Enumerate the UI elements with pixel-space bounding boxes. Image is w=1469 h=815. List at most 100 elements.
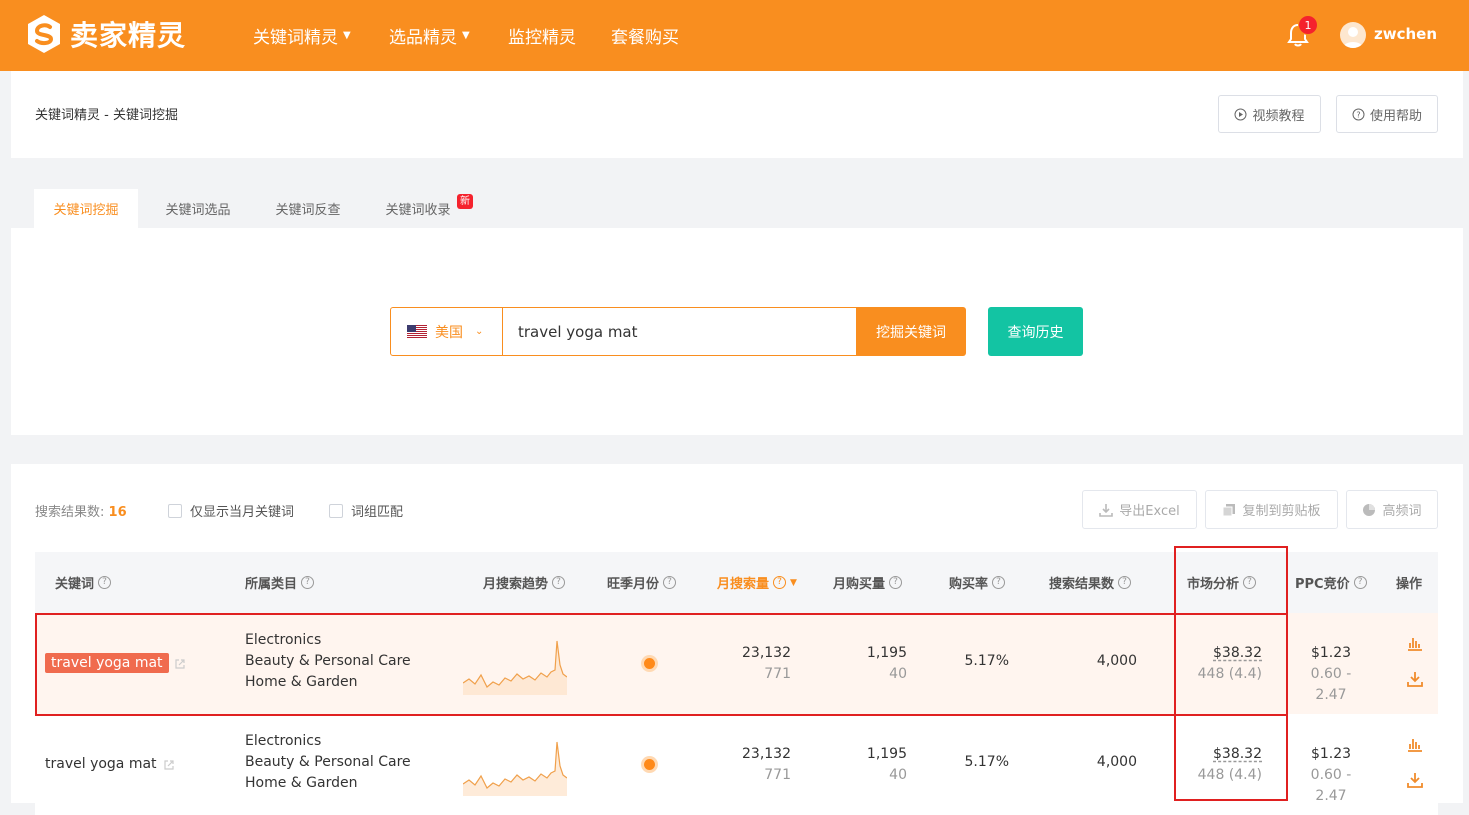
checkbox-label: 仅显示当月关键词 [190,505,295,520]
high-frequency-button[interactable]: 高频词 [1346,490,1438,529]
help-icon[interactable]: ? [889,576,903,589]
ppc-cell: $1.23 0.60 - 2.47 [1295,643,1367,706]
video-tutorial-button[interactable]: 视频教程 [1218,95,1321,133]
svg-text:?: ? [1356,110,1360,119]
bar-chart-icon[interactable] [1406,634,1424,652]
keyword-text[interactable]: travel yoga mat [45,756,157,772]
us-flag-icon [407,325,427,338]
current-month-checkbox[interactable]: 仅显示当月关键词 [168,501,294,520]
nav-item-plans[interactable]: 套餐购买 [611,22,679,48]
col-search-results[interactable]: 搜索结果数? [1049,552,1132,613]
trend-sparkline[interactable] [463,738,567,796]
nav-item-label: 关键词精灵 [253,27,338,48]
checkbox-box[interactable] [168,503,182,518]
col-trend[interactable]: 月搜索趋势? [483,552,566,613]
col-label: 月搜索量 [717,577,770,592]
col-purchase-rate[interactable]: 购买率? [949,552,1006,613]
help-icon[interactable]: ? [773,576,787,589]
col-label: 所属类目 [245,577,298,592]
ppc-value: $1.23 [1310,746,1352,762]
result-count: 搜索结果数: 16 [35,501,127,520]
col-label: 搜索结果数 [1049,577,1115,592]
highlight-box-market-column [1174,546,1288,801]
help-icon[interactable]: ? [1118,576,1132,589]
col-keyword[interactable]: 关键词? [55,552,112,613]
col-label: 操作 [1396,577,1423,592]
help-icon[interactable]: ? [1353,576,1367,589]
phrase-match-checkbox[interactable]: 词组匹配 [329,501,403,520]
category-item: Home & Garden [245,775,358,791]
tab-bar: 关键词挖掘 关键词选品 关键词反查 关键词收录 [11,184,1463,228]
col-actions: 操作 [1396,552,1422,613]
col-monthly-search[interactable]: 月搜索量? ▼ [717,552,797,613]
nav-item-label: 选品精灵 [389,27,457,48]
sort-desc-icon[interactable]: ▼ [790,578,797,588]
highlight-box-row [35,613,1288,716]
peak-month-dot[interactable] [644,759,655,770]
col-ppc[interactable]: PPC竞价? [1295,552,1367,613]
ppc-range-value: 0.60 - 2.47 [1310,666,1352,703]
monthly-search-value: 23,132 [742,746,791,762]
download-icon [1099,503,1114,517]
col-label: 旺季月份 [607,577,660,592]
logo[interactable]: 卖家精灵 [26,14,186,54]
tab-keyword-indexing[interactable]: 关键词收录 [368,189,468,228]
nav-item-keyword[interactable]: 关键词精灵 ▼ [253,22,351,48]
col-label: 月购买量 [833,577,886,592]
top-nav: 卖家精灵 关键词精灵 ▼ 选品精灵 ▼ 监控精灵 套餐购买 1 zwchen [0,0,1469,71]
tab-keyword-reverse[interactable]: 关键词反查 [258,189,358,228]
tab-keyword-selection[interactable]: 关键词选品 [148,189,248,228]
search-box: 美国 ⌄ 挖掘关键词 [390,307,966,356]
ppc-value: $1.23 [1310,645,1352,661]
nav-item-label: 监控精灵 [508,27,576,48]
col-label: 购买率 [949,577,989,592]
nav-item-product[interactable]: 选品精灵 ▼ [389,22,470,48]
category-item: Electronics [245,733,322,749]
help-icon[interactable]: ? [552,576,566,589]
mine-keywords-button[interactable]: 挖掘关键词 [856,307,966,356]
logo-text: 卖家精灵 [70,19,187,52]
checkbox-box[interactable] [329,503,343,518]
bar-chart-icon[interactable] [1406,735,1424,753]
pie-chart-icon [1363,503,1376,516]
logo-icon [28,15,60,53]
country-label: 美国 [435,324,463,341]
new-badge: 新 [457,194,473,209]
export-excel-button[interactable]: 导出Excel [1082,490,1197,529]
query-history-button[interactable]: 查询历史 [988,307,1083,356]
copy-icon [1222,503,1236,516]
daily-search-value: 771 [764,767,791,783]
copy-clipboard-button[interactable]: 复制到剪贴板 [1205,490,1338,529]
category-list: Electronics Beauty & Personal Care Home … [245,731,411,794]
help-button[interactable]: ? 使用帮助 [1336,95,1438,133]
nav-item-label: 套餐购买 [611,27,679,48]
monthly-search-cell: 23,132 771 [742,744,791,786]
checkbox-label: 词组匹配 [351,505,404,520]
download-icon[interactable] [1406,670,1424,688]
daily-purchase-value: 40 [889,767,907,783]
country-select[interactable]: 美国 ⌄ [391,308,503,355]
col-label: 月搜索趋势 [483,577,549,592]
breadcrumb: 关键词精灵 - 关键词挖掘 [35,108,178,123]
copy-clipboard-label: 复制到剪贴板 [1242,504,1321,519]
ppc-cell: $1.23 0.60 - 2.47 [1295,744,1367,807]
export-excel-label: 导出Excel [1119,504,1180,519]
username[interactable]: zwchen [1374,25,1437,43]
help-icon[interactable]: ? [992,576,1006,589]
ppc-range-value: 0.60 - 2.47 [1310,767,1352,804]
avatar[interactable] [1340,22,1366,48]
video-tutorial-label: 视频教程 [1252,108,1305,124]
col-monthly-purchase[interactable]: 月购买量? [833,552,903,613]
help-icon[interactable]: ? [301,576,315,589]
notification-badge: 1 [1298,15,1318,35]
nav-item-monitor[interactable]: 监控精灵 [508,22,576,48]
tab-keyword-mining[interactable]: 关键词挖掘 [34,189,138,228]
help-icon[interactable]: ? [98,576,112,589]
external-link-icon[interactable] [163,759,175,771]
col-peak-month[interactable]: 旺季月份? [607,552,677,613]
download-icon[interactable] [1406,771,1424,789]
col-label: PPC竞价 [1295,577,1350,592]
search-input[interactable] [504,308,856,355]
col-category[interactable]: 所属类目? [245,552,315,613]
help-icon[interactable]: ? [663,576,677,589]
